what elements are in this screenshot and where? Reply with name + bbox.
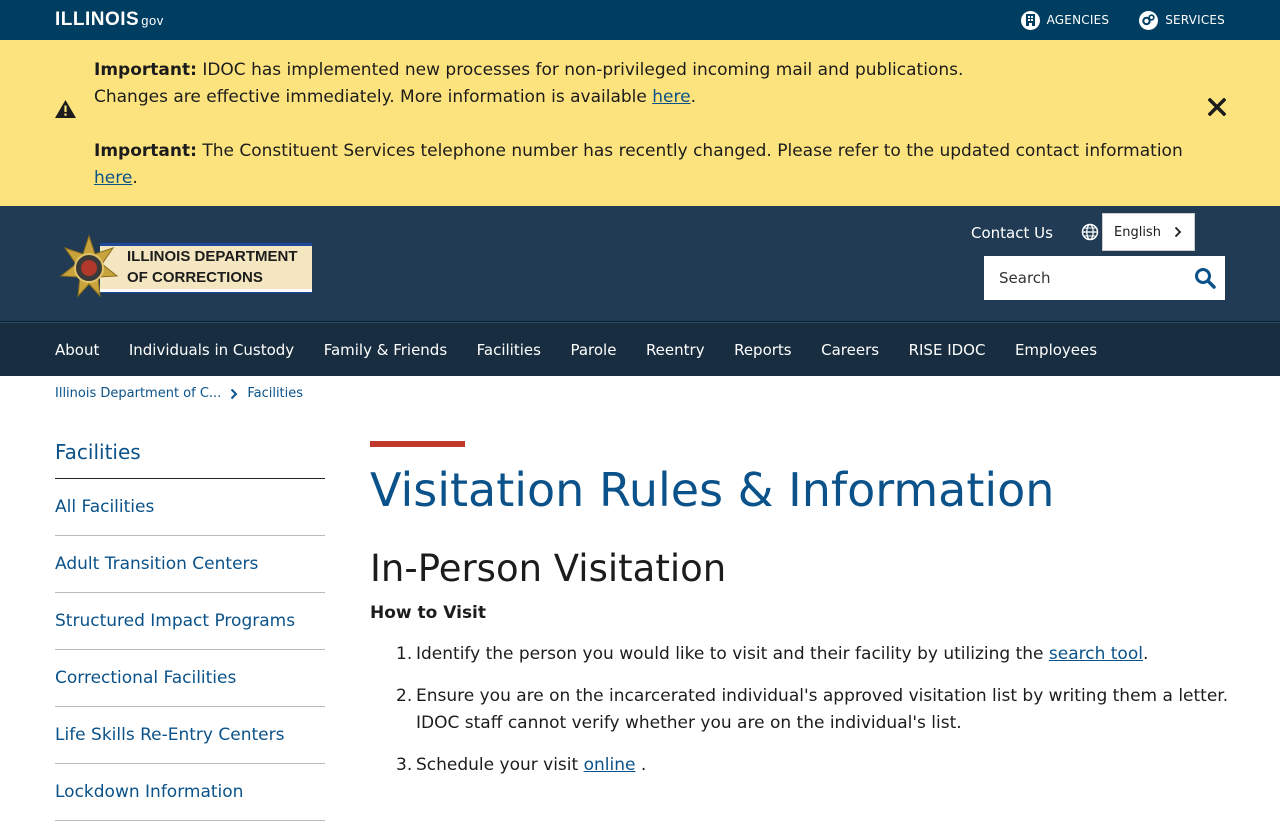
language-value: English — [1114, 224, 1161, 240]
idoc-logo[interactable]: ILLINOIS DEPARTMENT OF CORRECTIONS — [55, 234, 312, 304]
alert-message-phone: Important: The Constituent Services tele… — [94, 141, 1183, 188]
search-icon[interactable] — [1193, 266, 1217, 290]
sidebar-item-structured-impact-programs[interactable]: Structured Impact Programs — [55, 593, 325, 650]
search-tool-link[interactable]: search tool — [1049, 644, 1143, 664]
alert-important-label: Important: — [94, 60, 197, 80]
alert-phone-here-link[interactable]: here — [94, 168, 132, 188]
breadcrumb-facilities[interactable]: Facilities — [247, 386, 303, 401]
schedule-online-link[interactable]: online — [584, 755, 636, 775]
step-3-after: . — [635, 755, 647, 775]
sidebar-item-correctional-facilities[interactable]: Correctional Facilities — [55, 650, 325, 707]
agencies-label: AGENCIES — [1046, 13, 1110, 27]
logo-line1: ILLINOIS DEPARTMENT — [127, 248, 298, 265]
close-alert-icon[interactable] — [1208, 98, 1226, 116]
globe-icon — [1081, 223, 1099, 241]
title-accent-bar — [370, 441, 465, 447]
breadcrumb-home[interactable]: Illinois Department of C... — [55, 386, 221, 401]
illinois-logo-text: ILLINOIS — [55, 9, 140, 30]
agencies-link[interactable]: AGENCIES — [1020, 10, 1110, 30]
services-link[interactable]: SERVICES — [1139, 10, 1225, 30]
step-2-text: Ensure you are on the incarcerated indiv… — [416, 686, 1229, 733]
step-text: Schedule your visit online . — [416, 752, 646, 779]
search-input[interactable] — [999, 269, 1189, 287]
logo-line2: OF CORRECTIONS — [127, 269, 263, 286]
nav-individuals-in-custody[interactable]: Individuals in Custody — [129, 341, 294, 359]
contact-us-link[interactable]: Contact Us — [971, 224, 1053, 242]
illinois-top-bar: ILLINOIS gov AGENCIES SERVICES — [0, 0, 1280, 40]
illinois-logo-suffix: gov — [141, 13, 164, 28]
warning-icon — [55, 100, 76, 118]
nav-family-friends[interactable]: Family & Friends — [324, 341, 447, 359]
illinois-gov-logo[interactable]: ILLINOIS gov — [55, 9, 164, 31]
step-number: 3. — [396, 755, 413, 775]
subsection-title: How to Visit — [370, 603, 487, 623]
alert-important-label-2: Important: — [94, 141, 197, 161]
sidebar-nav: Facilities All Facilities Adult Transiti… — [55, 440, 325, 821]
alert-mail-here-link[interactable]: here — [652, 87, 690, 107]
step-1-after: . — [1142, 644, 1149, 664]
alert-mail-text-line2: Changes are effective immediately. More … — [94, 87, 647, 107]
sidebar-item-adult-transition-centers[interactable]: Adult Transition Centers — [55, 536, 325, 593]
nav-reentry[interactable]: Reentry — [646, 341, 705, 359]
nav-reports[interactable]: Reports — [734, 341, 792, 359]
nav-rise-idoc[interactable]: RISE IDOC — [909, 341, 986, 359]
visit-steps-list: 1. Identify the person you would like to… — [396, 641, 1230, 779]
alert-banner: Important: IDOC has implemented new proc… — [0, 40, 1280, 206]
list-item: 2. Ensure you are on the incarcerated in… — [396, 683, 1230, 737]
page-title: Visitation Rules & Information — [370, 463, 1055, 517]
section-title: In-Person Visitation — [370, 547, 727, 590]
top-links: AGENCIES SERVICES — [1020, 10, 1225, 30]
nav-careers[interactable]: Careers — [821, 341, 879, 359]
nav-parole[interactable]: Parole — [570, 341, 616, 359]
nav-about[interactable]: About — [55, 341, 99, 359]
alert-message-mail: Important: IDOC has implemented new proc… — [94, 60, 964, 107]
building-icon — [1020, 10, 1040, 30]
site-header: ILLINOIS DEPARTMENT OF CORRECTIONS Conta… — [0, 206, 1280, 322]
language-select[interactable]: English — [1102, 213, 1195, 251]
step-1-text: Identify the person you would like to vi… — [416, 644, 1044, 664]
sidebar-title[interactable]: Facilities — [55, 440, 325, 479]
step-number: 2. — [396, 686, 413, 706]
step-number: 1. — [396, 644, 413, 664]
alert-mail-text: IDOC has implemented new processes for n… — [202, 60, 964, 80]
nav-employees[interactable]: Employees — [1015, 341, 1097, 359]
sidebar-item-lockdown-information[interactable]: Lockdown Information — [55, 764, 325, 821]
nav-facilities[interactable]: Facilities — [477, 341, 541, 359]
search-box — [984, 256, 1225, 300]
step-3-text: Schedule your visit — [416, 755, 579, 775]
breadcrumb: Illinois Department of C... Facilities — [55, 386, 303, 401]
chevron-right-icon — [231, 388, 238, 399]
main-content: Visitation Rules & Information In-Person… — [370, 441, 1230, 794]
gears-icon — [1139, 10, 1159, 30]
main-nav: About Individuals in Custody Family & Fr… — [0, 322, 1280, 376]
list-item: 3. Schedule your visit online . — [396, 752, 1230, 779]
list-item: 1. Identify the person you would like to… — [396, 641, 1230, 668]
alert-phone-text: The Constituent Services telephone numbe… — [202, 141, 1183, 161]
step-text: Identify the person you would like to vi… — [416, 641, 1148, 668]
sidebar-item-all-facilities[interactable]: All Facilities — [55, 479, 325, 536]
sidebar-item-life-skills-reentry-centers[interactable]: Life Skills Re-Entry Centers — [55, 707, 325, 764]
services-label: SERVICES — [1165, 13, 1225, 27]
chevron-right-icon — [1174, 226, 1182, 238]
